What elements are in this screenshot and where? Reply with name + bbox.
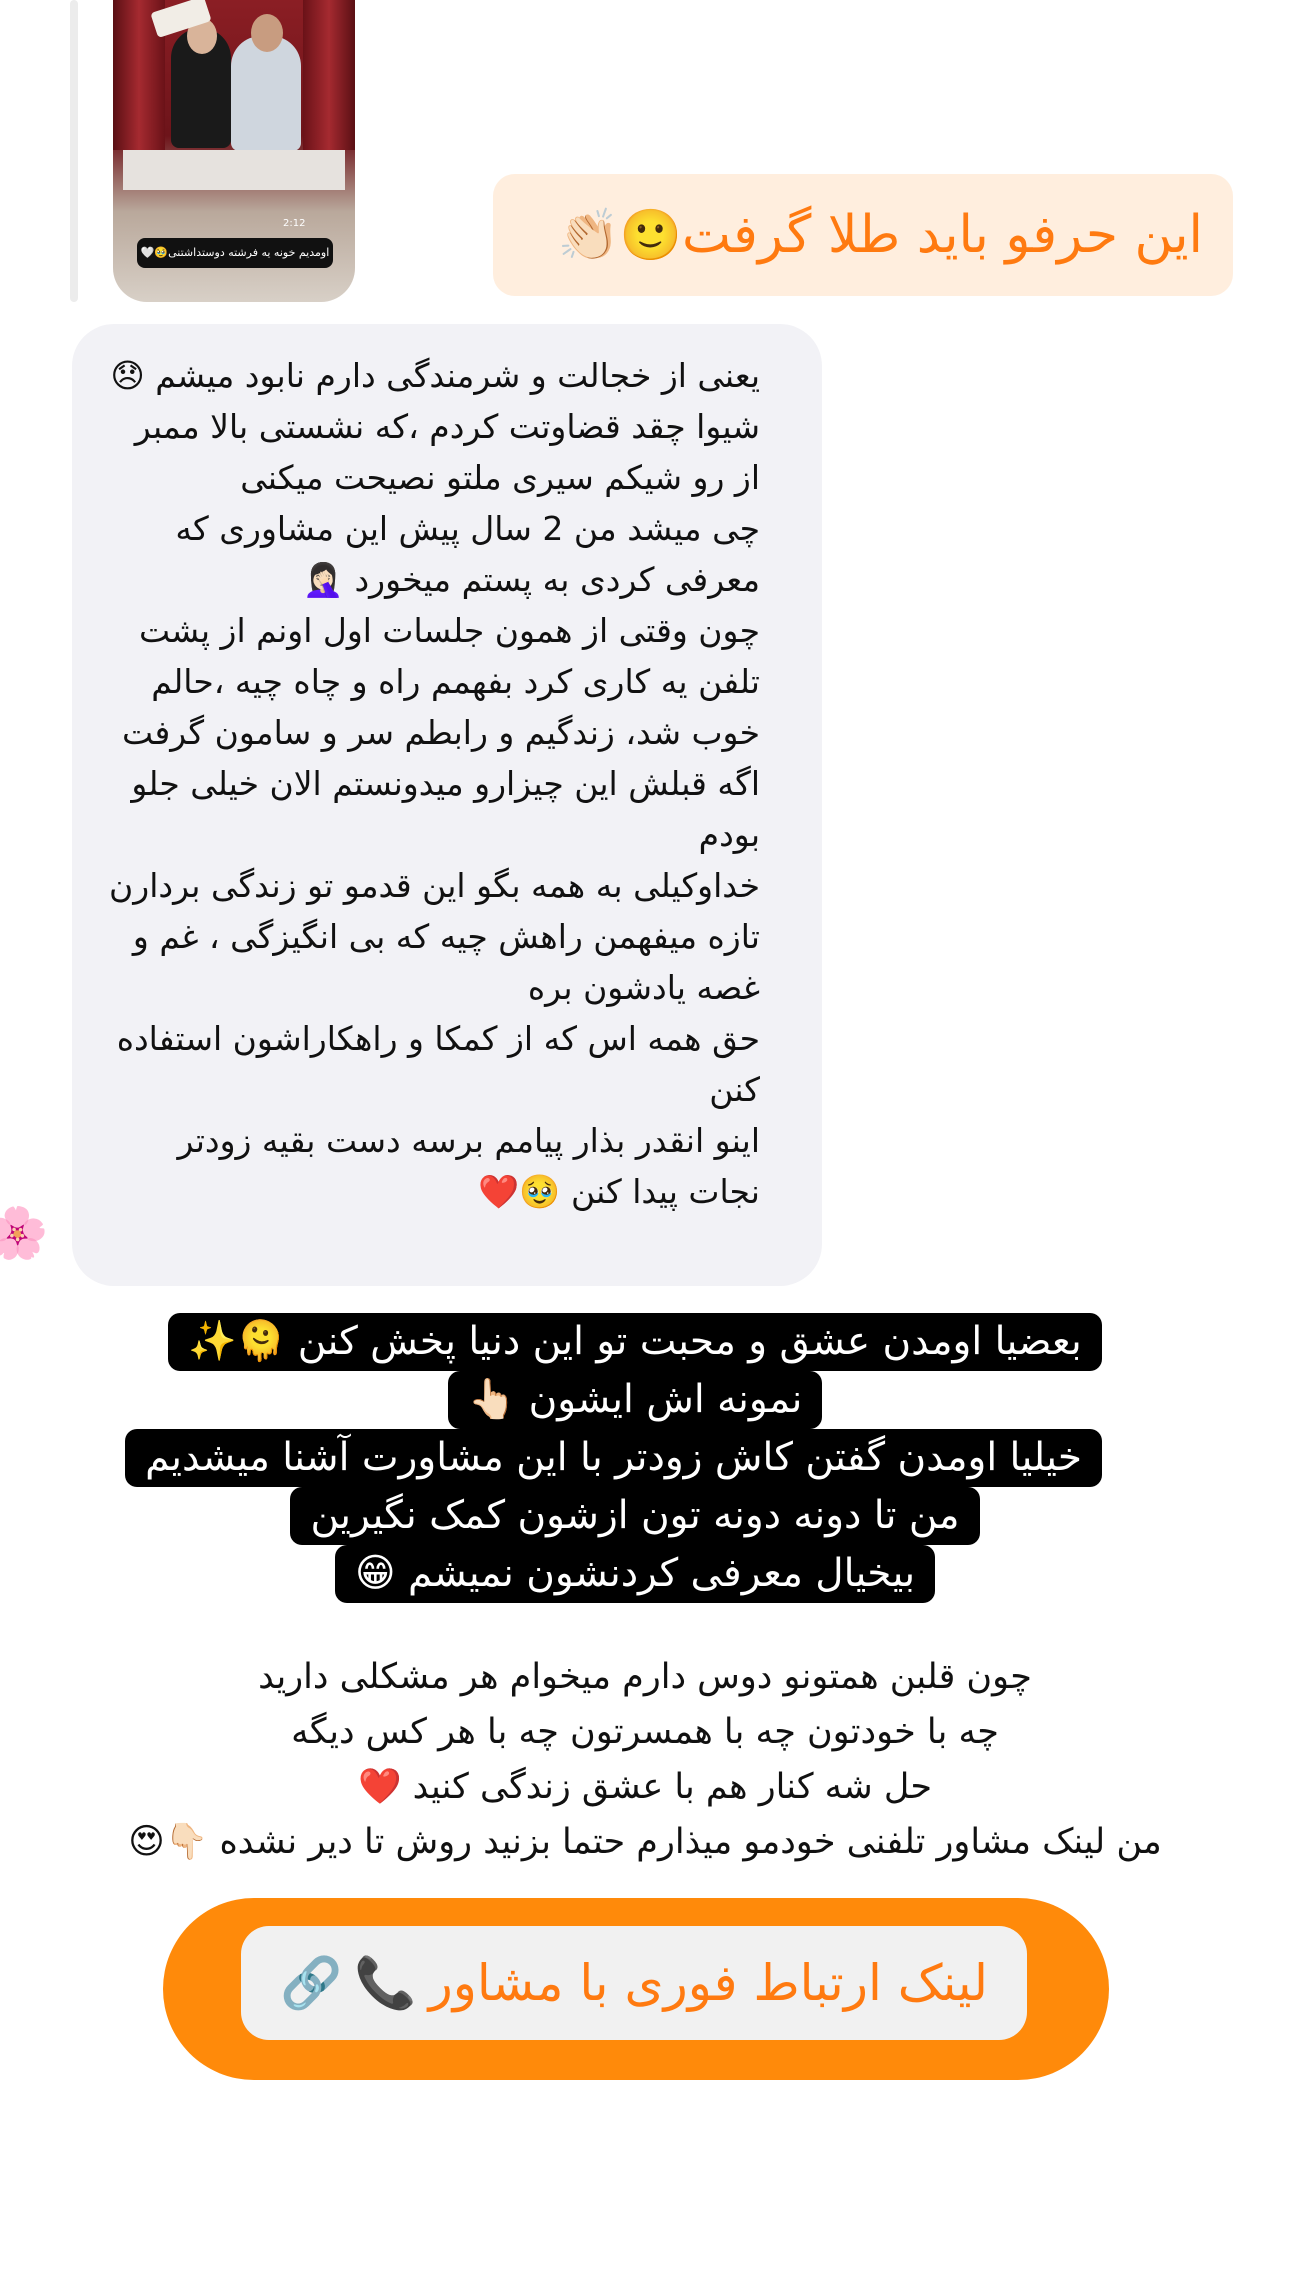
story-thumbnail[interactable]: 2:12 اومدیم خونه یه فرشته دوستداشتنی🥹🤍: [113, 0, 355, 302]
highlight-line: نمونه اش ایشون 👆🏻: [447, 1371, 823, 1429]
message-paragraph: خداوکیلی به همه بگو این قدمو تو زندگی بر…: [109, 866, 760, 1007]
body-line: من لینک مشاور تلفنی خودمو میذارم حتما بز…: [128, 1822, 1162, 1862]
message-paragraph: اگه قبلش این چیزارو میدونستم الان خیلی ج…: [131, 764, 760, 854]
message-paragraph: یعنی از خجالت و شرمندگی دارم نابود میشم …: [110, 356, 760, 395]
story-person-man: [231, 36, 301, 151]
flower-sticker-icon: 🌸: [0, 1204, 49, 1262]
cta-link-button[interactable]: لینک ارتباط فوری با مشاور 📞 🔗: [163, 1898, 1109, 2080]
message-bubble: یعنی از خجالت و شرمندگی دارم نابود میشم …: [72, 324, 822, 1286]
curtain-right: [303, 0, 355, 150]
body-line: چه با خودتون چه با همسرتون چه با هر کس د…: [291, 1712, 999, 1752]
story-caption: اومدیم خونه یه فرشته دوستداشتنی🥹🤍: [137, 238, 333, 268]
story-frame: [123, 150, 345, 190]
message-paragraph: حق همه اس که از کمکا و راهکاراشون استفاد…: [116, 1019, 760, 1109]
message-paragraph: اینو انقدر بذار پیامم برسه دست بقیه زودت…: [177, 1121, 760, 1211]
highlight-line: من تا دونه دونه تون ازشون کمک نگیرین: [290, 1487, 980, 1545]
reply-bubble: این حرفو باید طلا گرفت🙂👏🏻: [493, 174, 1233, 296]
reply-text-label: این حرفو باید طلا گرفت: [681, 205, 1203, 265]
body-text: چون قلبن همتونو دوس دارم میخوام هر مشکلی…: [60, 1650, 1230, 1870]
link-icon: 🔗: [280, 1953, 343, 2012]
reply-emoji: 🙂👏🏻: [557, 206, 682, 264]
message-paragraph: چی میشد من 2 سال پیش این مشاوری که معرفی…: [175, 509, 760, 599]
reply-quote-bar: [70, 0, 78, 302]
story-face-man: [251, 14, 283, 52]
body-line: چون قلبن همتونو دوس دارم میخوام هر مشکلی…: [258, 1657, 1032, 1697]
cta-label[interactable]: لینک ارتباط فوری با مشاور: [429, 1954, 988, 2012]
story-time: 2:12: [283, 218, 306, 229]
highlight-text-block: بعضیا اومدن عشق و محبت تو این دنیا پخش ک…: [125, 1313, 1102, 1603]
highlight-line: بیخیال معرفی کردنشون نمیشم 😁: [334, 1545, 936, 1603]
phone-icon: 📞: [354, 1953, 417, 2012]
highlight-line: بعضیا اومدن عشق و محبت تو این دنیا پخش ک…: [168, 1313, 1102, 1371]
message-paragraph: چون وقتی از همون جلسات اول اونم از پشت ت…: [122, 611, 760, 752]
highlight-line: خیلیا اومدن گفتن کاش زودتر با این مشاورت…: [125, 1429, 1102, 1487]
message-paragraph: شیوا چقد قضاوتت کردم ،که نشستی بالا ممبر…: [134, 407, 760, 497]
cta-inner[interactable]: لینک ارتباط فوری با مشاور 📞 🔗: [241, 1926, 1027, 2040]
body-line: حل شه کنار هم با عشق زندگی کنید ❤️: [357, 1767, 933, 1807]
reply-text: این حرفو باید طلا گرفت🙂👏🏻: [557, 205, 1233, 265]
